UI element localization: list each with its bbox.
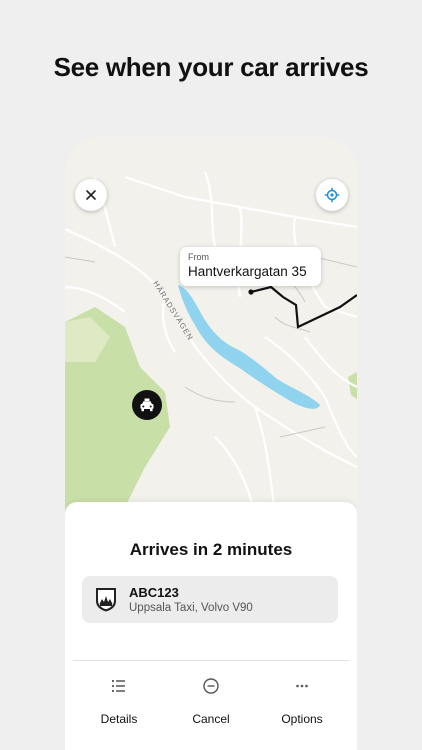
license-plate: ABC123 [129, 585, 179, 600]
pickup-callout: From Hantverkargatan 35 [180, 247, 321, 286]
taxi-company-logo [96, 588, 116, 612]
headline: See when your car arrives [53, 52, 369, 82]
options-button[interactable]: Options [262, 674, 342, 734]
minus-circle-icon [203, 678, 219, 694]
options-label: Options [281, 712, 323, 726]
pickup-point [248, 289, 254, 295]
car-description: Uppsala Taxi, Volvo V90 [129, 602, 253, 614]
details-label: Details [100, 712, 138, 726]
car-info-card[interactable]: ABC123 Uppsala Taxi, Volvo V90 [82, 576, 338, 623]
arrival-status: Arrives in 2 minutes [129, 540, 293, 559]
ride-status-sheet: Arrives in 2 minutes ABC123 Uppsala Taxi… [65, 502, 357, 750]
map[interactable]: HÄRADSVÄGEN [65, 137, 357, 517]
pickup-from-label: From [188, 252, 209, 262]
close-icon [86, 190, 96, 200]
locate-icon [324, 187, 340, 203]
details-button[interactable]: Details [79, 674, 159, 734]
pickup-address: Hantverkargatan 35 [188, 264, 307, 279]
taxi-marker [132, 390, 162, 420]
close-button[interactable] [75, 179, 107, 211]
divider [73, 660, 349, 661]
taxi-icon [140, 398, 154, 412]
cancel-label: Cancel [192, 712, 230, 726]
more-icon [296, 684, 308, 688]
status-bar-area [65, 137, 357, 169]
list-icon [111, 679, 125, 693]
phone-frame: HÄRADSVÄGEN From Hantverkargatan 35 Arri… [65, 137, 357, 750]
cancel-button[interactable]: Cancel [171, 674, 251, 734]
locate-button[interactable] [316, 179, 348, 211]
